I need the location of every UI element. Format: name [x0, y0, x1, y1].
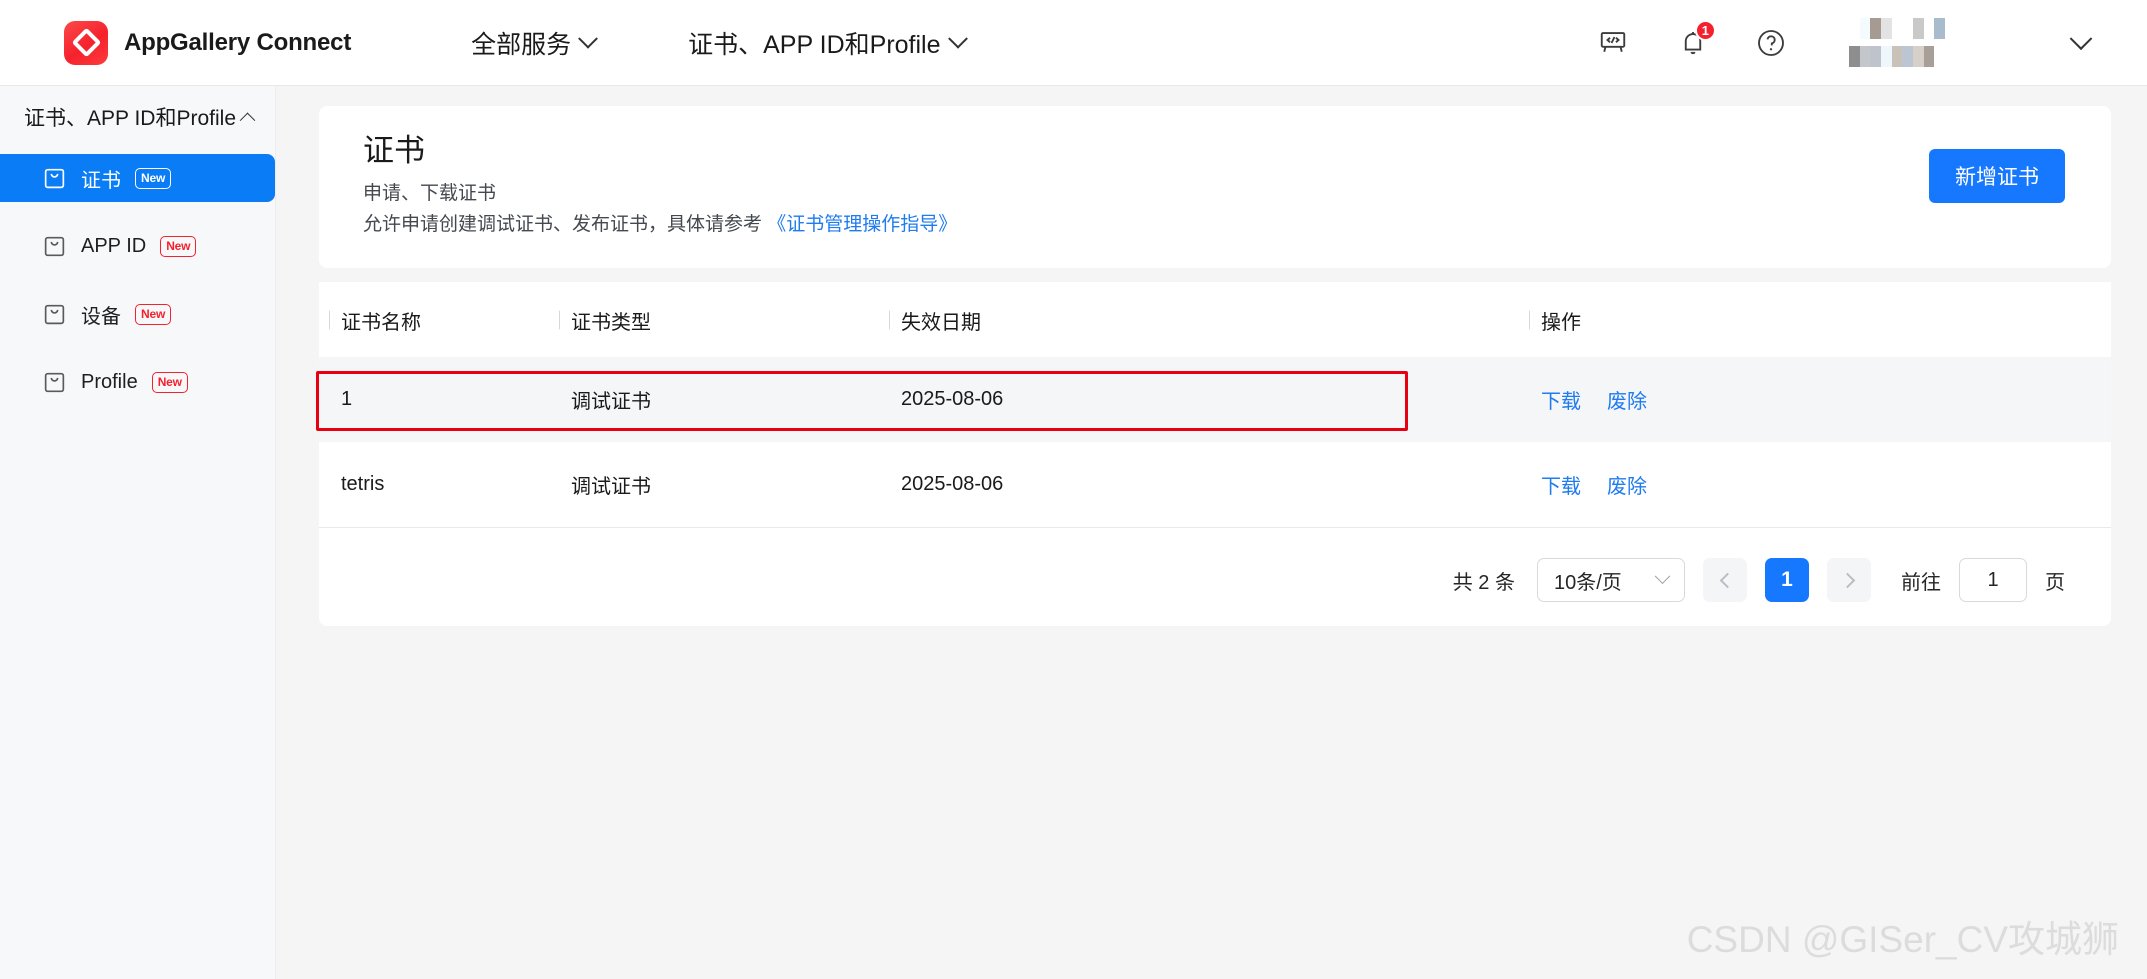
sidebar-item-app-id-badge: New — [160, 235, 197, 257]
page-header: 证书 申请、下载证书 允许申请创建调试证书、发布证书，具体请参考 《证书管理操作… — [319, 106, 2111, 268]
cell-cert-actions: 下载 废除 — [1519, 442, 2111, 529]
pagination: 共 2 条 10条/页 1 前往 1 页 — [319, 528, 2111, 603]
page-size-value: 10条/页 — [1554, 571, 1622, 594]
sidebar-item-profile-label: Profile — [81, 370, 138, 393]
cell-cert-type: 调试证书 — [549, 442, 879, 529]
table-row[interactable]: tetris 调试证书 2025-08-06 下载 废除 — [319, 442, 2111, 529]
developer-board-icon[interactable] — [1587, 17, 1639, 69]
pagination-total: 共 2 条 — [1452, 571, 1515, 594]
nav-all-services-label: 全部服务 — [471, 30, 572, 59]
cell-cert-type: 调试证书 — [549, 357, 879, 443]
cell-cert-expiry: 2025-08-06 — [879, 357, 1519, 443]
sidebar-item-devices[interactable]: 设备 New — [0, 290, 275, 338]
download-link[interactable]: 下载 — [1541, 476, 1581, 498]
pagination-prev-button[interactable] — [1703, 558, 1747, 603]
user-name-redacted — [1849, 18, 1946, 39]
certificate-icon — [44, 236, 65, 256]
table-row[interactable]: 1 调试证书 2025-08-06 下载 废除 — [319, 357, 2111, 443]
sidebar-item-app-id[interactable]: APP ID New — [0, 222, 275, 270]
pagination-page-1[interactable]: 1 — [1765, 558, 1809, 603]
certificate-icon — [44, 168, 65, 188]
table-header-row: 证书名称 证书类型 失效日期 操作 — [319, 282, 2111, 358]
user-menu-chevron-down-icon[interactable] — [2055, 17, 2107, 69]
page-header-card: 证书 申请、下载证书 允许申请创建调试证书、发布证书，具体请参考 《证书管理操作… — [319, 106, 2111, 269]
column-header-type-label: 证书类型 — [571, 312, 651, 335]
page-description-line2: 允许申请创建调试证书、发布证书，具体请参考 《证书管理操作指导》 — [363, 210, 2111, 241]
column-header-actions: 操作 — [1519, 282, 2111, 358]
sidebar-item-certificates[interactable]: 证书 New — [0, 154, 275, 202]
cert-guide-link[interactable]: 《证书管理操作指导》 — [767, 214, 957, 235]
main-content: 证书 申请、下载证书 允许申请创建调试证书、发布证书，具体请参考 《证书管理操作… — [276, 86, 2147, 979]
cell-cert-name: 1 — [319, 357, 549, 443]
add-certificate-button[interactable]: 新增证书 — [1929, 149, 2065, 203]
sidebar-item-devices-badge: New — [135, 303, 172, 325]
cell-cert-expiry: 2025-08-06 — [879, 442, 1519, 529]
sidebar-section-header[interactable]: 证书、APP ID和Profile — [0, 86, 275, 148]
certificate-icon — [44, 372, 65, 392]
sidebar-item-profile[interactable]: Profile New — [0, 358, 275, 406]
chevron-left-icon — [1719, 572, 1735, 589]
certificate-icon — [44, 304, 65, 324]
notification-bell-icon[interactable]: 1 — [1667, 17, 1719, 69]
certificates-table-card: 证书名称 证书类型 失效日期 操作 1 调试证书 2025-08-06 下载 废除 — [316, 282, 2111, 627]
watermark: CSDN @GISer_CV攻城狮 — [1686, 919, 2119, 960]
sidebar-item-certificates-label: 证书 — [81, 169, 121, 192]
notification-count-badge: 1 — [1694, 19, 1716, 41]
top-navigation-bar: AppGallery Connect 全部服务 证书、APP ID和Profil… — [0, 0, 2147, 86]
page-size-select[interactable]: 10条/页 — [1537, 558, 1685, 603]
chevron-down-icon — [1654, 568, 1671, 584]
sidebar-item-certificates-badge: New — [135, 167, 172, 189]
chevron-down-icon — [578, 28, 599, 49]
page-title: 证书 — [363, 133, 425, 168]
column-header-actions-label: 操作 — [1541, 312, 1581, 335]
page-description-line1: 申请、下载证书 — [363, 182, 497, 204]
pagination-goto-input[interactable]: 1 — [1959, 558, 2027, 603]
chevron-down-icon — [947, 28, 968, 49]
appgallery-logo-icon — [64, 20, 108, 65]
sidebar-item-app-id-label: APP ID — [81, 234, 147, 257]
help-circle-icon[interactable] — [1745, 17, 1797, 69]
nav-cert-appid-profile-label: 证书、APP ID和Profile — [688, 30, 941, 59]
top-right-actions: 1 — [1587, 15, 2107, 71]
sidebar-section-title: 证书、APP ID和Profile — [24, 107, 236, 130]
sidebar-menu: 证书 New APP ID New 设备 New Profile New — [0, 154, 275, 406]
sidebar-item-devices-label: 设备 — [81, 305, 121, 328]
user-account-avatar[interactable] — [1849, 15, 1946, 71]
column-header-name: 证书名称 — [319, 282, 549, 358]
table-header: 证书名称 证书类型 失效日期 操作 — [319, 282, 2111, 358]
nav-all-services[interactable]: 全部服务 — [471, 25, 599, 61]
certificates-table: 证书名称 证书类型 失效日期 操作 1 调试证书 2025-08-06 下载 废除 — [319, 282, 2111, 529]
revoke-link[interactable]: 废除 — [1607, 476, 1647, 498]
pagination-goto-unit: 页 — [2045, 571, 2065, 594]
chevron-right-icon — [1839, 572, 1855, 589]
sidebar: 证书、APP ID和Profile 证书 New APP ID New 设备 N… — [0, 86, 276, 979]
chevron-up-icon — [239, 112, 256, 128]
cell-cert-name: tetris — [319, 442, 549, 529]
brand-name: AppGallery Connect — [124, 28, 352, 56]
column-header-expiry: 失效日期 — [879, 282, 1519, 358]
nav-cert-appid-profile[interactable]: 证书、APP ID和Profile — [688, 25, 968, 61]
pagination-next-button[interactable] — [1827, 558, 1871, 603]
sidebar-item-profile-badge: New — [151, 371, 188, 393]
page-description-line2-text: 允许申请创建调试证书、发布证书，具体请参考 — [363, 213, 768, 235]
column-header-expiry-label: 失效日期 — [901, 312, 981, 335]
page-description: 申请、下载证书 允许申请创建调试证书、发布证书，具体请参考 《证书管理操作指导》 — [363, 179, 2111, 241]
download-link[interactable]: 下载 — [1541, 391, 1581, 413]
brand-logo[interactable]: AppGallery Connect — [64, 20, 352, 65]
app-root: AppGallery Connect 全部服务 证书、APP ID和Profil… — [0, 0, 2147, 979]
user-name-redacted-2 — [1849, 46, 1946, 67]
pagination-goto-label: 前往 — [1901, 571, 1941, 594]
column-header-name-label: 证书名称 — [341, 312, 421, 335]
column-header-type: 证书类型 — [549, 282, 879, 358]
top-nav-menu: 全部服务 证书、APP ID和Profile — [471, 25, 968, 61]
revoke-link[interactable]: 废除 — [1607, 391, 1647, 413]
table-body: 1 调试证书 2025-08-06 下载 废除 tetris 调试证书 2025-… — [319, 357, 2111, 529]
cell-cert-actions: 下载 废除 — [1519, 357, 2111, 443]
